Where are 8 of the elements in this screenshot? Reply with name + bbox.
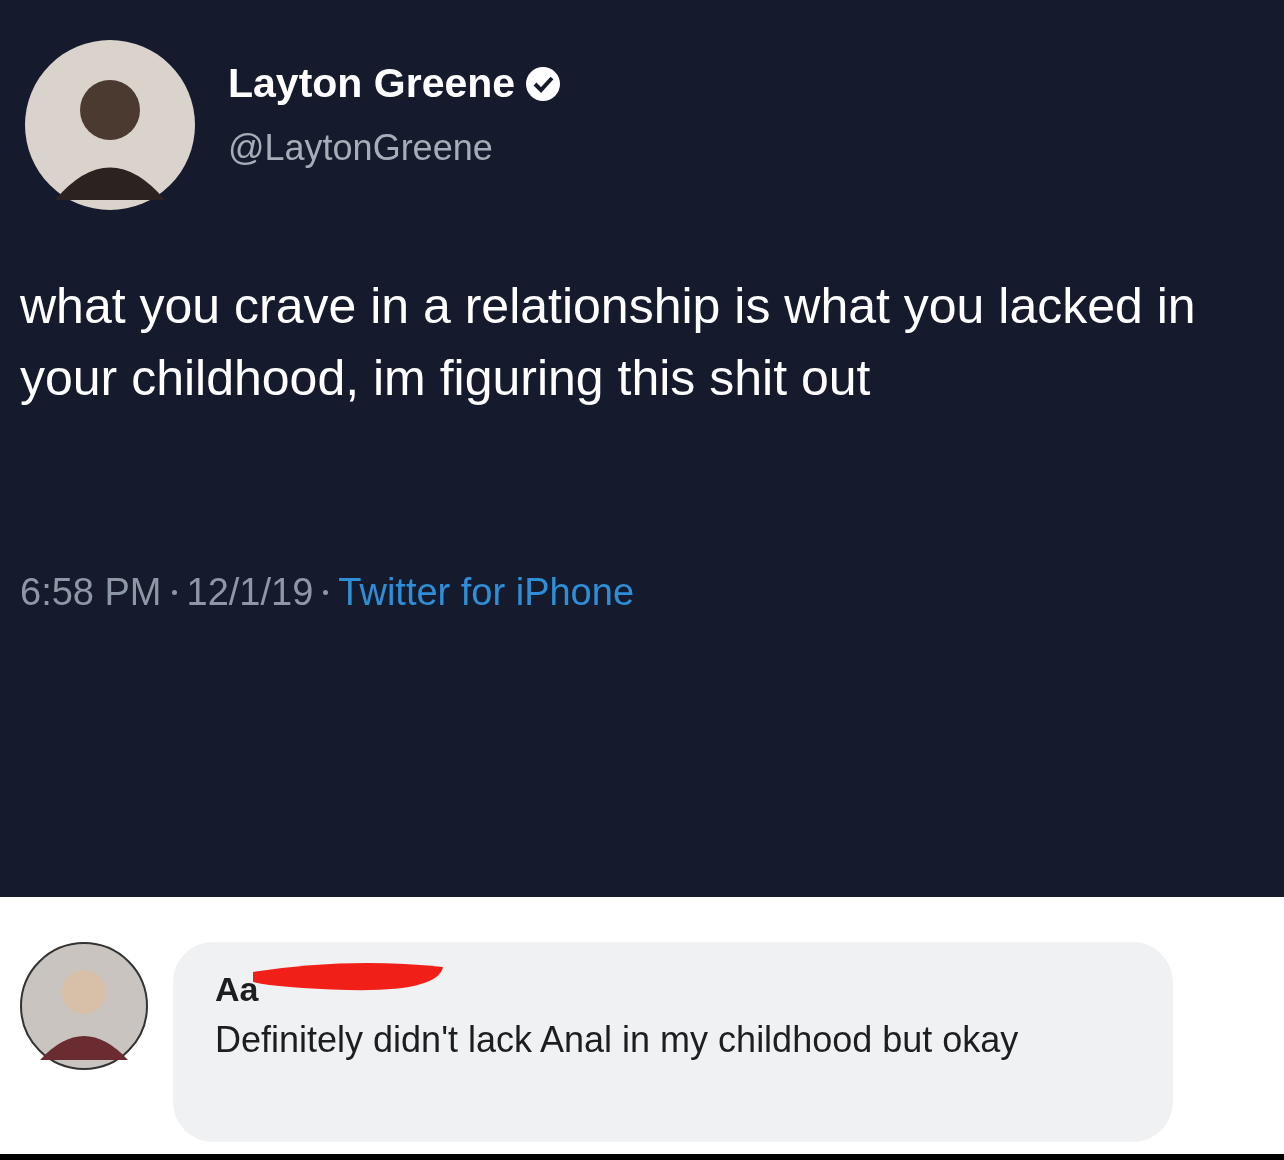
user-name: Layton Greene bbox=[228, 59, 516, 109]
user-handle: @LaytonGreene bbox=[228, 125, 494, 170]
commenter-name[interactable]: Aa bbox=[215, 964, 1131, 1015]
tweet-source-link[interactable]: Twitter for iPhone bbox=[338, 564, 634, 621]
tweet-time: 6:58 PM bbox=[20, 570, 162, 615]
comment-text: Definitely didn't lack Anal in my childhood but okay bbox=[215, 1018, 1020, 1062]
tweet-date: 12/1/19 bbox=[186, 570, 314, 615]
tweet-text: what you crave in a relationship is what you lacked in your childhood, im figuring this shit out bbox=[20, 277, 1197, 408]
